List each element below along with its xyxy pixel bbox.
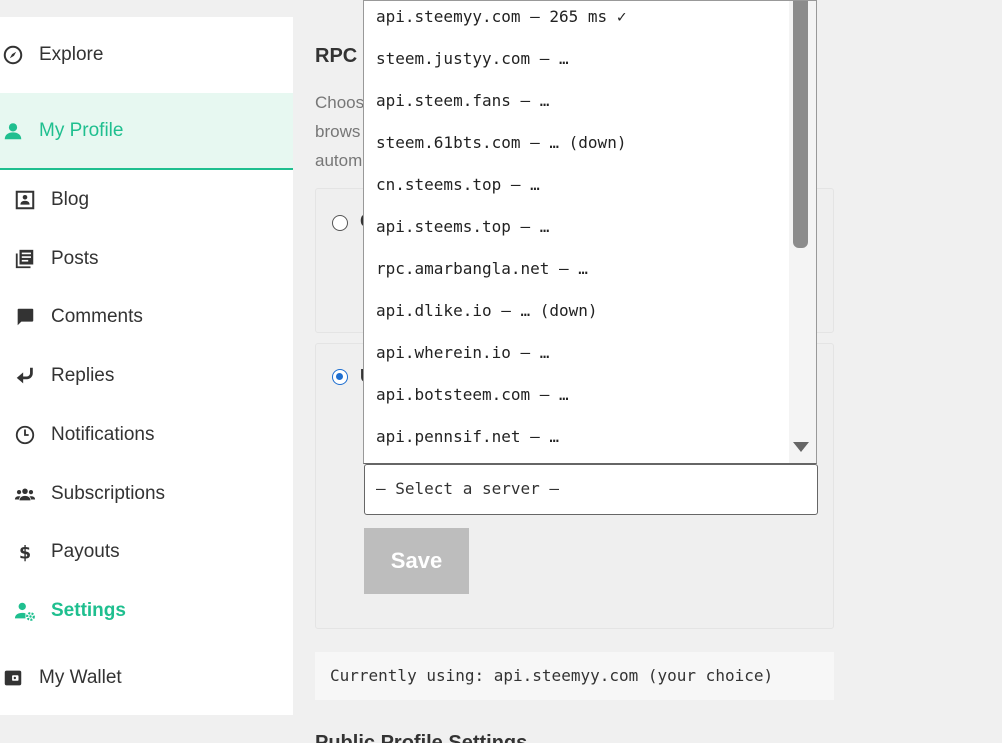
sidebar-item-payouts[interactable]: $ Payouts	[0, 537, 293, 567]
radio-auto[interactable]	[332, 215, 348, 231]
sidebar-item-label: Comments	[51, 306, 143, 327]
svg-text:$: $	[19, 543, 31, 563]
sidebar-item-label: Blog	[51, 189, 90, 210]
sidebar-item-settings[interactable]: Settings	[0, 596, 293, 626]
user-icon	[2, 120, 24, 142]
public-profile-settings-title: Public Profile Settings	[315, 732, 528, 743]
sidebar: Explore My Profile Blog Posts Comments R…	[0, 17, 293, 715]
server-select[interactable]: — Select a server —	[364, 464, 818, 515]
sidebar-item-subscriptions[interactable]: Subscriptions	[0, 479, 293, 509]
sidebar-item-my-profile[interactable]: My Profile	[0, 93, 293, 170]
dropdown-option[interactable]: api.wherein.io — …	[376, 343, 549, 362]
sidebar-item-label: Replies	[51, 365, 115, 386]
dropdown-scroll-thumb[interactable]	[793, 1, 808, 248]
group-icon	[14, 483, 36, 505]
dropdown-option[interactable]: rpc.amarbangla.net — …	[376, 259, 588, 278]
sidebar-item-comments[interactable]: Comments	[0, 302, 293, 332]
dropdown-option[interactable]: api.steemyy.com — 265 ms ✓	[376, 7, 626, 26]
dropdown-option[interactable]: cn.steems.top — …	[376, 175, 540, 194]
blog-icon	[14, 189, 36, 211]
dropdown-option[interactable]: steem.61bts.com — … (down)	[376, 133, 626, 152]
sidebar-item-label: Settings	[51, 600, 126, 621]
sidebar-item-label: Posts	[51, 248, 99, 269]
user-settings-icon	[14, 600, 36, 622]
sidebar-item-label: My Profile	[39, 119, 124, 141]
radio-custom[interactable]	[332, 369, 348, 385]
sidebar-item-my-wallet[interactable]: My Wallet	[0, 663, 293, 693]
save-button[interactable]: Save	[364, 528, 469, 594]
wallet-icon	[2, 667, 24, 689]
dropdown-option[interactable]: api.dlike.io — … (down)	[376, 301, 598, 320]
dropdown-option[interactable]: api.steem.fans — …	[376, 91, 549, 110]
sidebar-item-replies[interactable]: Replies	[0, 361, 293, 391]
sidebar-item-blog[interactable]: Blog	[0, 185, 293, 215]
comment-icon	[14, 306, 36, 328]
scroll-down-arrow-icon[interactable]	[793, 442, 809, 452]
sidebar-item-notifications[interactable]: Notifications	[0, 420, 293, 450]
dropdown-option[interactable]: api.botsteem.com — …	[376, 385, 569, 404]
dropdown-option[interactable]: steem.justyy.com — …	[376, 49, 569, 68]
server-dropdown-list[interactable]: api.steemyy.com — 265 ms ✓ steem.justyy.…	[363, 0, 817, 464]
dollar-icon: $	[14, 541, 36, 563]
sidebar-item-explore[interactable]: Explore	[0, 40, 293, 70]
posts-icon	[14, 248, 36, 270]
sidebar-item-label: Subscriptions	[51, 483, 166, 504]
sidebar-item-label: Explore	[39, 44, 104, 65]
sidebar-item-label: Payouts	[51, 541, 120, 562]
sidebar-item-posts[interactable]: Posts	[0, 244, 293, 274]
sidebar-item-label: Notifications	[51, 424, 155, 445]
clock-icon	[14, 424, 36, 446]
sidebar-item-label: My Wallet	[39, 667, 122, 688]
reply-icon	[14, 365, 36, 387]
dropdown-scrollbar[interactable]	[789, 1, 816, 463]
rpc-section-title: RPC	[315, 45, 358, 67]
dropdown-option[interactable]: api.pennsif.net — …	[376, 427, 559, 446]
current-server-status: Currently using: api.steemyy.com (your c…	[315, 652, 834, 700]
dropdown-option[interactable]: api.steems.top — …	[376, 217, 549, 236]
compass-icon	[2, 44, 24, 66]
